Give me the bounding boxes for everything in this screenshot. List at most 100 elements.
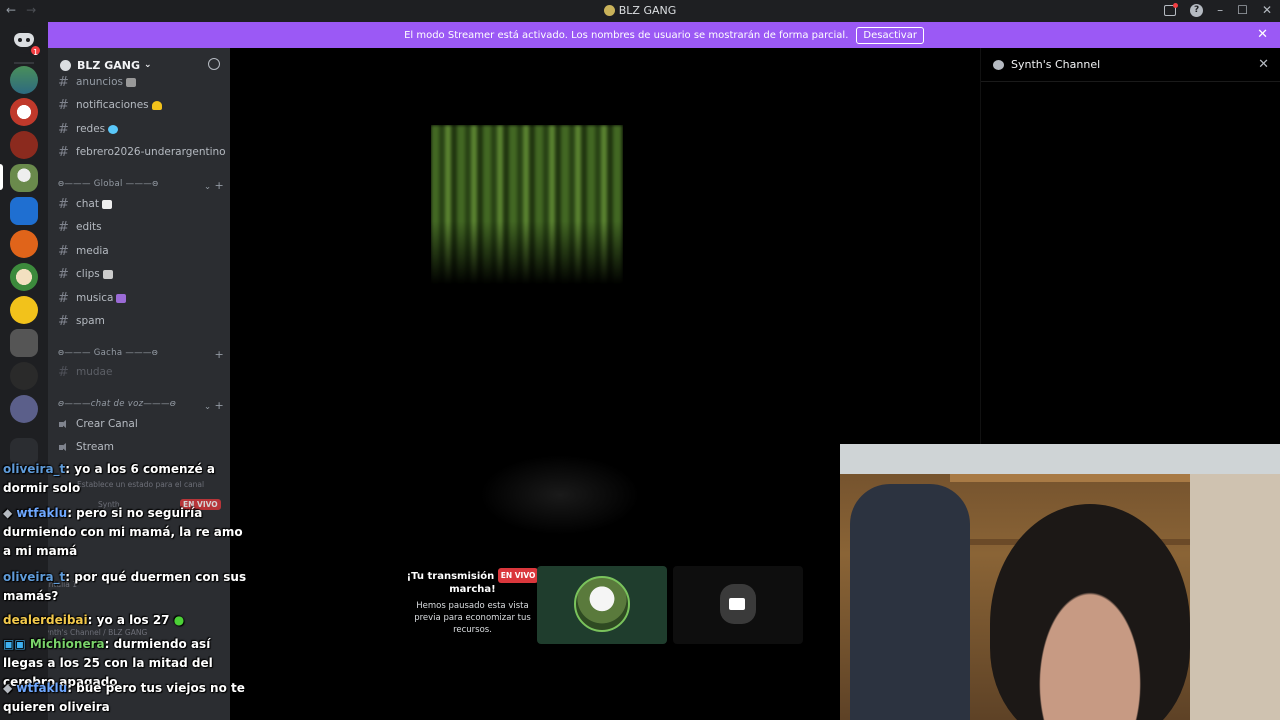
- channel-spam[interactable]: # spam: [58, 311, 105, 331]
- chat-message: oliveira_t: por qué duermen con sus mamá…: [3, 570, 247, 603]
- webcam-shelf: [950, 474, 1190, 482]
- live-badge: EN VIVO: [497, 568, 539, 583]
- participant-tile-camera[interactable]: [673, 566, 803, 644]
- add-channel-icon[interactable]: +: [214, 179, 224, 192]
- camera-icon: [729, 598, 745, 610]
- hash-icon: #: [58, 219, 69, 235]
- window-controls: ? – ☐ ✕: [1164, 2, 1272, 17]
- hash-icon: #: [58, 266, 69, 282]
- server-icon-8[interactable]: [10, 296, 38, 324]
- add-channel-icon[interactable]: +: [214, 399, 224, 412]
- chat-message: oliveira_t: yo a los 6 comenzé a dormir …: [3, 462, 215, 495]
- server-icon-9[interactable]: [10, 329, 38, 357]
- server-icon-6[interactable]: [10, 230, 38, 258]
- server-icon-2[interactable]: [10, 98, 38, 126]
- hash-icon: #: [58, 144, 69, 160]
- inbox-icon[interactable]: [1164, 2, 1179, 16]
- minimize-button[interactable]: –: [1217, 3, 1223, 17]
- add-channel-icon[interactable]: +: [214, 348, 224, 361]
- webcam-person: [990, 504, 1190, 720]
- hash-icon: #: [58, 290, 69, 306]
- channel-chat[interactable]: # chat: [58, 194, 112, 214]
- chevron-down-icon: ⌄ +: [204, 399, 224, 412]
- category-chat-de-voz[interactable]: ꙫ———chat de voz———ꙫ ⌄ +: [58, 399, 224, 412]
- server-icon-5[interactable]: [10, 197, 38, 225]
- category-global[interactable]: ꙫ——— Global ———ꙫ ⌄ +: [58, 179, 224, 192]
- webcam-right-wall: [1190, 474, 1280, 720]
- close-icon[interactable]: ✕: [1257, 27, 1268, 42]
- selected-server-indicator: [0, 164, 3, 190]
- webcam-overlay: [840, 444, 1280, 720]
- channel-febrero2026[interactable]: # febrero2026-underargentino: [58, 142, 226, 162]
- server-icon-10[interactable]: [10, 362, 38, 390]
- panel-header: Synth's Channel ✕: [981, 48, 1280, 82]
- voice-channel-crear-canal[interactable]: Crear Canal: [58, 414, 138, 434]
- stream-preview-row: ¡Tu transmisión EN VIVO marcha! Hemos pau…: [230, 560, 840, 650]
- chevron-down-icon: ⌄ +: [204, 179, 224, 192]
- server-icon-7[interactable]: [10, 263, 38, 291]
- chat-message: ◆ wtfaklu: bue pero tus viejos no te qui…: [3, 681, 245, 714]
- music-note-icon: [116, 293, 127, 303]
- rail-divider: [14, 62, 34, 64]
- hash-icon: #: [58, 74, 69, 90]
- close-icon[interactable]: ✕: [1258, 57, 1269, 72]
- channel-musica[interactable]: # musica: [58, 288, 127, 308]
- megaphone-icon: [125, 77, 136, 87]
- window-title: BLZ GANG: [0, 4, 1280, 17]
- speech-bubble-icon: [101, 199, 112, 209]
- direct-messages-button[interactable]: 1: [10, 26, 42, 57]
- server-icon: [603, 5, 615, 16]
- invite-people-icon[interactable]: [208, 58, 220, 70]
- bell-icon: [151, 100, 162, 110]
- chat-message: dealerdeibai: yo a los 27 ●: [3, 613, 185, 627]
- channel-anuncios[interactable]: # anuncios: [58, 72, 136, 92]
- hash-icon: #: [58, 97, 69, 113]
- hash-icon: #: [58, 196, 69, 212]
- voice-channel-stream[interactable]: Stream: [58, 437, 114, 457]
- channel-edits[interactable]: # edits: [58, 217, 102, 237]
- channel-media[interactable]: # media: [58, 241, 109, 261]
- camera-icon: [102, 269, 113, 279]
- title-bar: ← → BLZ GANG ? – ☐ ✕: [0, 0, 1280, 22]
- speaker-icon: [58, 442, 72, 452]
- server-icon-3[interactable]: [10, 131, 38, 159]
- webcam-wall: [840, 444, 1280, 474]
- channel-mudae[interactable]: # mudae: [58, 362, 112, 382]
- channel-notificaciones[interactable]: # notificaciones: [58, 95, 162, 115]
- globe-icon: [108, 124, 119, 134]
- channel-redes[interactable]: # redes: [58, 119, 119, 139]
- category-gacha[interactable]: ꙫ——— Gacha ———ꙫ +: [58, 348, 224, 361]
- server-icon-blz-gang[interactable]: [10, 164, 38, 192]
- avatar: [574, 576, 630, 632]
- streamer-mode-text: El modo Streamer está activado. Los nomb…: [404, 29, 849, 41]
- mod-icon: ◆: [3, 681, 17, 695]
- hash-icon: #: [58, 243, 69, 259]
- server-icon-1[interactable]: [10, 66, 38, 94]
- voice-channel-chat-panel: Synth's Channel ✕: [980, 48, 1280, 444]
- deactivate-button[interactable]: Desactivar: [856, 26, 924, 44]
- guild-icon: [60, 59, 71, 71]
- participant-tile-synth[interactable]: [537, 566, 667, 644]
- stream-frame-shadow: [480, 455, 640, 535]
- maximize-button[interactable]: ☐: [1237, 3, 1248, 17]
- notification-badge: 1: [29, 44, 42, 57]
- stream-chat-overlay: oliveira_t: yo a los 6 comenzé a dormir …: [0, 460, 250, 720]
- chat-bubble-icon: [993, 59, 1004, 70]
- paused-preview-notice: ¡Tu transmisión EN VIVO marcha! Hemos pau…: [405, 568, 540, 636]
- streamer-mode-banner: El modo Streamer está activado. Los nomb…: [48, 22, 1280, 48]
- emote-icon: ●: [169, 613, 185, 627]
- hash-icon: #: [58, 364, 69, 380]
- hash-icon: #: [58, 313, 69, 329]
- chevron-down-icon: ⌄: [143, 60, 152, 70]
- channel-clips[interactable]: # clips: [58, 264, 113, 284]
- mod-icon: ◆: [3, 506, 17, 520]
- close-button[interactable]: ✕: [1262, 3, 1272, 17]
- webcam-jacket: [850, 484, 970, 720]
- server-icon-11[interactable]: [10, 395, 38, 423]
- chat-message: ◆ wtfaklu: pero si no seguiría durmiendo…: [3, 506, 243, 558]
- speaker-icon: [58, 419, 72, 429]
- badge-icon: ▣▣: [3, 637, 30, 651]
- help-icon[interactable]: ?: [1190, 3, 1204, 17]
- stream-frame-curtain: [431, 125, 623, 285]
- chevron-down-icon: +: [214, 348, 224, 361]
